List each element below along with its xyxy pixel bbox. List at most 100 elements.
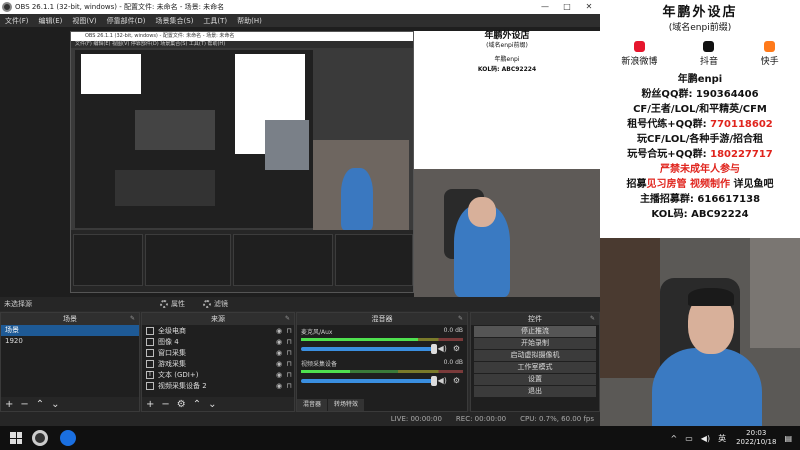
- menu-tools[interactable]: 工具(T): [198, 16, 232, 26]
- source-label: 全级电商: [158, 326, 186, 335]
- filters-button[interactable]: 滤镜: [203, 299, 228, 309]
- source-label: 游戏采集: [158, 359, 186, 368]
- menu-edit[interactable]: 编辑(E): [34, 16, 68, 26]
- menu-view[interactable]: 视图(V): [67, 16, 101, 26]
- menu-docks[interactable]: 停靠部件(D): [102, 16, 151, 26]
- meter-level: [301, 370, 350, 373]
- source-label: 文本 (GDI+): [158, 370, 199, 379]
- lock-icon[interactable]: ⊓: [284, 382, 294, 390]
- source-settings-icon[interactable]: ⚙: [177, 399, 186, 410]
- dock-settings-icon[interactable]: ✎: [458, 313, 463, 325]
- sources-footer: + − ⚙ ⌃ ⌄: [142, 397, 294, 411]
- tab-transitions[interactable]: 转场特效: [328, 399, 365, 411]
- start-recording-button[interactable]: 开始录制: [474, 338, 596, 349]
- gear-icon[interactable]: ⚙: [453, 344, 460, 353]
- source-item[interactable]: 窗口采集 ◉ ⊓: [142, 347, 294, 358]
- add-scene-button[interactable]: +: [5, 399, 13, 410]
- eye-icon[interactable]: ◉: [274, 327, 284, 335]
- obs-taskbar-icon[interactable]: [32, 430, 48, 446]
- remove-scene-button[interactable]: −: [20, 399, 28, 410]
- network-icon[interactable]: ▭: [685, 434, 693, 443]
- minimize-button[interactable]: —: [534, 0, 556, 14]
- maximize-button[interactable]: □: [556, 0, 578, 14]
- social-links: 新浪微博 抖音 快手: [600, 41, 800, 67]
- menu-scene-collection[interactable]: 场景集合(S): [151, 16, 199, 26]
- exit-button[interactable]: 退出: [474, 386, 596, 397]
- chevron-up-icon[interactable]: ^: [671, 434, 678, 443]
- dock-settings-icon[interactable]: ✎: [130, 313, 135, 325]
- close-button[interactable]: ✕: [578, 0, 600, 14]
- add-source-button[interactable]: +: [146, 399, 154, 410]
- move-up-button[interactable]: ⌃: [193, 399, 201, 410]
- browser-taskbar-icon[interactable]: [60, 430, 76, 446]
- info-line: KOL码: ABC92224: [651, 209, 749, 220]
- eye-icon[interactable]: ◉: [274, 382, 284, 390]
- eye-icon[interactable]: ◉: [274, 338, 284, 346]
- scenes-title: 场景: [63, 315, 77, 323]
- rec-status: REC: 00:00:00: [455, 415, 507, 423]
- scene-item[interactable]: 场景: [1, 325, 139, 336]
- source-item[interactable]: 图像 4 ◉ ⊓: [142, 336, 294, 347]
- source-item[interactable]: T 文本 (GDI+) ◉ ⊓: [142, 369, 294, 380]
- menu-file[interactable]: 文件(F): [0, 16, 34, 26]
- info-line: 招募见习房管 视频制作 详见鱼吧: [626, 179, 774, 190]
- social-kuaishou: 快手: [761, 41, 779, 67]
- lock-icon[interactable]: ⊓: [284, 327, 294, 335]
- volume-icon[interactable]: ◀): [701, 434, 710, 443]
- kuaishou-icon: [764, 41, 776, 52]
- properties-button[interactable]: 属性: [160, 299, 185, 309]
- window-icon: [146, 348, 154, 357]
- start-virtual-camera-button[interactable]: 启动虚拟摄像机: [474, 350, 596, 361]
- mixer-dock: 混音器 ✎ 麦克风/Aux 0.0 dB ◀) ⚙ 视频采集设备 0.0 dB ◀) ⚙ …: [296, 312, 468, 412]
- menu-help[interactable]: 帮助(H): [232, 16, 267, 26]
- lock-icon[interactable]: ⊓: [284, 371, 294, 379]
- eye-icon[interactable]: ◉: [274, 349, 284, 357]
- lock-icon[interactable]: ⊓: [284, 338, 294, 346]
- mixer-track: 麦克风/Aux 0.0 dB ◀) ⚙: [297, 325, 467, 357]
- lock-icon[interactable]: ⊓: [284, 360, 294, 368]
- dock-settings-icon[interactable]: ✎: [285, 313, 290, 325]
- volume-slider[interactable]: [301, 375, 437, 386]
- slider-knob[interactable]: [430, 343, 437, 354]
- obs-window: OBS 26.1.1 (32-bit, windows) - 配置文件: 未命名…: [0, 0, 600, 450]
- speaker-icon[interactable]: ◀): [438, 376, 447, 385]
- person-hair: [688, 288, 734, 306]
- track-db: 0.0 dB: [443, 359, 463, 366]
- source-item[interactable]: 全级电商 ◉ ⊓: [142, 325, 294, 336]
- tab-mixer[interactable]: 混音器: [297, 399, 328, 411]
- move-down-button[interactable]: ⌄: [51, 399, 59, 410]
- remove-source-button[interactable]: −: [161, 399, 169, 410]
- studio-mode-button[interactable]: 工作室模式: [474, 362, 596, 373]
- lock-icon[interactable]: ⊓: [284, 349, 294, 357]
- source-item[interactable]: 视频采集设备 2 ◉ ⊓: [142, 380, 294, 391]
- filters-label: 滤镜: [214, 300, 228, 308]
- info-line: 粉丝QQ群: 190364406: [641, 89, 759, 100]
- nested-camera: [313, 140, 409, 230]
- account-name: 年鹏enpi: [677, 74, 723, 85]
- preview-canvas[interactable]: OBS 26.1.1 (32-bit, windows) - 配置文件: 未命名…: [0, 27, 600, 297]
- scenes-header: 场景 ✎: [1, 313, 139, 325]
- stop-streaming-button[interactable]: 停止推流: [474, 326, 596, 337]
- slider-knob[interactable]: [430, 375, 437, 386]
- scene-item[interactable]: 1920: [1, 336, 139, 347]
- windows-start-icon[interactable]: [10, 432, 22, 444]
- taskbar-clock[interactable]: 20:03 2022/10/18: [736, 429, 776, 447]
- move-up-button[interactable]: ⌃: [36, 399, 44, 410]
- move-down-button[interactable]: ⌄: [208, 399, 216, 410]
- source-item[interactable]: 游戏采集 ◉ ⊓: [142, 358, 294, 369]
- language-indicator[interactable]: 英: [718, 433, 726, 444]
- source-label: 窗口采集: [158, 348, 186, 357]
- dock-settings-icon[interactable]: ✎: [590, 313, 595, 325]
- nested-title: OBS 26.1.1 (32-bit, windows) - 配置文件: 未命名…: [71, 32, 413, 41]
- gear-icon[interactable]: ⚙: [453, 376, 460, 385]
- notification-icon[interactable]: ▤: [784, 434, 792, 443]
- social-weibo: 新浪微博: [621, 41, 657, 67]
- eye-icon[interactable]: ◉: [274, 360, 284, 368]
- eye-icon[interactable]: ◉: [274, 371, 284, 379]
- speaker-icon[interactable]: ◀): [438, 344, 447, 353]
- douyin-icon: [703, 41, 715, 52]
- preview-banner-title: 年鹏外设店: [484, 31, 530, 41]
- nested-docks: [71, 230, 413, 292]
- settings-button[interactable]: 设置: [474, 374, 596, 385]
- volume-slider[interactable]: [301, 343, 437, 354]
